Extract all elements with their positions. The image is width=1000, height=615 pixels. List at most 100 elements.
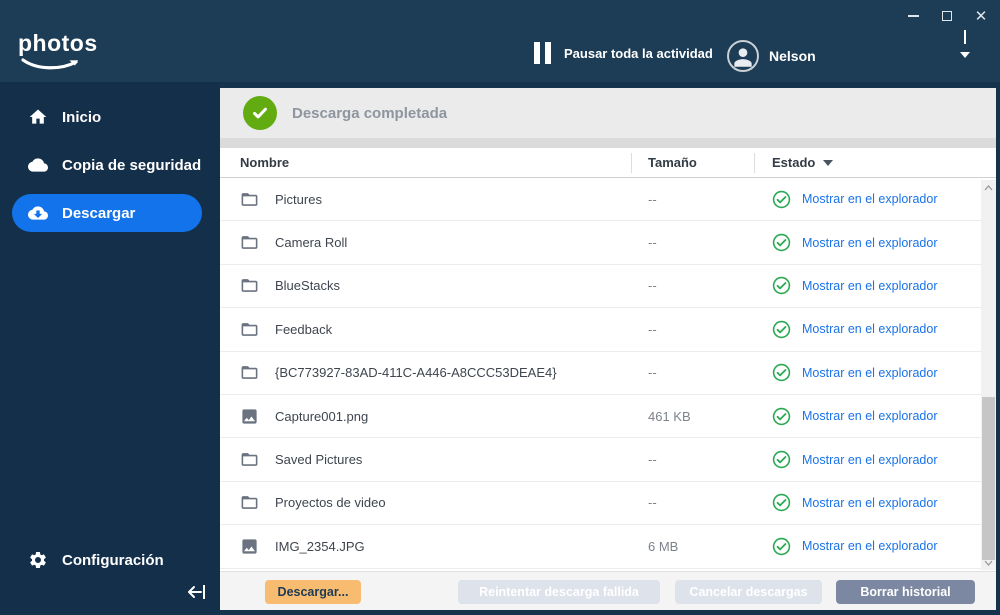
- avatar: [727, 40, 759, 72]
- notification-dropdown-toggle[interactable]: [960, 30, 970, 58]
- minimize-button[interactable]: [902, 6, 924, 26]
- window-controls: ✕: [902, 6, 992, 26]
- show-in-explorer-link[interactable]: Mostrar en el explorador: [802, 279, 937, 293]
- amazon-smile-icon: [21, 58, 78, 70]
- column-header-tamano[interactable]: Tamaño: [632, 152, 755, 173]
- file-size: 6 MB: [648, 538, 679, 554]
- maximize-icon: [942, 11, 952, 21]
- show-in-explorer-link[interactable]: Mostrar en el explorador: [802, 453, 937, 467]
- home-icon: [28, 107, 48, 127]
- success-check-icon: [243, 96, 277, 130]
- column-header-nombre[interactable]: Nombre: [220, 152, 632, 173]
- sidebar-item-inicio[interactable]: Inicio: [0, 98, 220, 136]
- logo-text: photos: [18, 30, 98, 56]
- sidebar-item-descargar[interactable]: Descargar: [12, 194, 202, 232]
- sidebar-item-copia-de-seguridad[interactable]: Copia de seguridad: [0, 146, 220, 184]
- gear-icon: [28, 550, 48, 570]
- scroll-down-arrow[interactable]: [981, 555, 996, 570]
- show-in-explorer-link[interactable]: Mostrar en el explorador: [802, 192, 937, 206]
- table-row[interactable]: Saved Pictures -- Mostrar en el explorad…: [220, 438, 981, 482]
- image-file-icon: [242, 539, 257, 554]
- table-row[interactable]: Camera Roll -- Mostrar en el explorador: [220, 221, 981, 265]
- pause-all-activity-button[interactable]: Pausar toda la actividad: [534, 42, 713, 64]
- file-size: --: [648, 495, 657, 511]
- file-name: Camera Roll: [275, 235, 348, 251]
- table-header: Nombre Tamaño Estado: [220, 148, 996, 178]
- show-in-explorer-link[interactable]: Mostrar en el explorador: [802, 236, 937, 250]
- footer-toolbar: Descargar... Reintentar descarga fallida…: [220, 571, 996, 610]
- table-row[interactable]: BlueStacks -- Mostrar en el explorador: [220, 264, 981, 309]
- retry-failed-download-button: Reintentar descarga fallida: [458, 580, 660, 604]
- table-row[interactable]: Capture001.png 461 KB Mostrar en el expl…: [220, 394, 981, 439]
- column-header-estado-label: Estado: [772, 154, 816, 170]
- show-in-explorer-link[interactable]: Mostrar en el explorador: [802, 409, 937, 423]
- table-row[interactable]: {BC773927-83AD-411C-A446-A8CCC53DEAE4} -…: [220, 351, 981, 395]
- show-in-explorer-link[interactable]: Mostrar en el explorador: [802, 496, 937, 510]
- vertical-scrollbar[interactable]: [981, 180, 996, 570]
- cursor-bar-icon: [964, 30, 966, 44]
- close-icon: ✕: [974, 7, 988, 25]
- file-name: Pictures: [275, 191, 322, 207]
- file-name: Proyectos de video: [275, 495, 386, 511]
- sidebar-item-label: Inicio: [62, 108, 102, 126]
- file-name: Saved Pictures: [275, 452, 363, 468]
- table-row[interactable]: Feedback -- Mostrar en el explorador: [220, 308, 981, 352]
- file-name: BlueStacks: [275, 278, 341, 294]
- file-size: --: [648, 452, 657, 468]
- folder-icon: [241, 323, 258, 336]
- folder-icon: [241, 236, 258, 249]
- image-file-icon: [242, 409, 257, 424]
- file-size: --: [648, 191, 657, 207]
- main-panel: Descarga completada Nombre Tamaño Estado…: [220, 88, 996, 610]
- column-header-estado[interactable]: Estado: [755, 153, 996, 173]
- status-check-icon: [772, 190, 791, 209]
- folder-icon: [241, 279, 258, 293]
- sort-descending-icon: [823, 159, 834, 166]
- status-check-icon: [772, 320, 791, 339]
- cloud-download-icon: [28, 203, 48, 223]
- folder-icon: [241, 366, 258, 380]
- status-check-icon: [772, 363, 791, 382]
- sidebar: Inicio Copia de seguridad Descargar Conf…: [0, 82, 220, 615]
- clear-history-button[interactable]: Borrar historial: [836, 580, 975, 604]
- sidebar-item-configuracion[interactable]: Configuración: [0, 541, 220, 579]
- show-in-explorer-link[interactable]: Mostrar en el explorador: [802, 322, 937, 336]
- photos-logo: photos: [18, 30, 98, 70]
- banner-title: Descarga completada: [292, 104, 448, 122]
- status-check-icon: [772, 494, 791, 512]
- status-check-icon: [772, 537, 791, 556]
- sidebar-item-label: Configuración: [62, 551, 164, 569]
- maximize-button[interactable]: [936, 6, 958, 26]
- banner-divider: [220, 138, 996, 148]
- file-size: --: [648, 278, 657, 294]
- minimize-icon: [907, 15, 919, 17]
- status-check-icon: [772, 450, 791, 469]
- folder-icon: [241, 192, 258, 206]
- table-row[interactable]: IMG_2354.JPG 6 MB Mostrar en el explorad…: [220, 525, 981, 569]
- app-window: photos Pausar toda la actividad Nelson ✕: [0, 0, 1000, 615]
- show-in-explorer-link[interactable]: Mostrar en el explorador: [802, 366, 937, 380]
- file-name: {BC773927-83AD-411C-A446-A8CCC53DEAE4}: [275, 365, 557, 381]
- download-complete-banner: Descarga completada: [220, 88, 996, 138]
- download-button[interactable]: Descargar...: [265, 580, 361, 604]
- scrollbar-thumb[interactable]: [982, 397, 995, 560]
- pause-icon: [534, 42, 551, 64]
- user-menu[interactable]: Nelson: [727, 40, 816, 72]
- status-check-icon: [772, 233, 791, 252]
- chevron-down-icon: [960, 52, 970, 58]
- arrow-left-to-bar-icon: [188, 585, 205, 599]
- table-row[interactable]: Pictures -- Mostrar en el explorador: [220, 178, 981, 222]
- file-name: Feedback: [275, 321, 333, 337]
- folder-icon: [241, 496, 258, 510]
- table-row[interactable]: Proyectos de video -- Mostrar en el expl…: [220, 481, 981, 526]
- show-in-explorer-link[interactable]: Mostrar en el explorador: [802, 539, 937, 553]
- file-name: Capture001.png: [275, 408, 369, 424]
- collapse-sidebar-button[interactable]: [186, 582, 212, 604]
- file-size: --: [648, 365, 657, 381]
- download-list: Pictures -- Mostrar en el explorador Cam…: [220, 178, 981, 569]
- sidebar-item-label: Copia de seguridad: [62, 156, 202, 174]
- close-button[interactable]: ✕: [970, 6, 992, 26]
- scroll-up-arrow[interactable]: [981, 180, 996, 195]
- cancel-downloads-button: Cancelar descargas: [675, 580, 822, 604]
- topbar: photos Pausar toda la actividad Nelson ✕: [0, 0, 1000, 82]
